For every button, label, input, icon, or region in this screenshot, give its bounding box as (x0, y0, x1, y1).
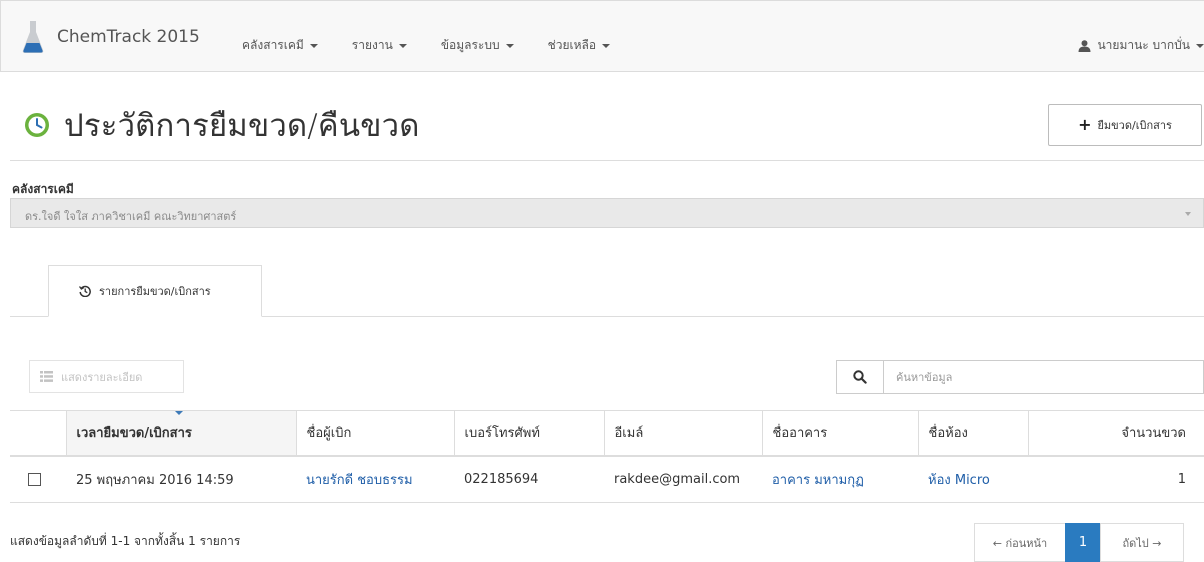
cell-room: ห้อง Micro (918, 455, 1028, 503)
warehouse-label: คลังสารเคมี (12, 182, 74, 196)
show-detail-button[interactable]: แสดงรายละเอียด (29, 360, 184, 393)
user-name: นายมานะ บากบั่น (1097, 38, 1190, 52)
column-header-label: ชื่อห้อง (928, 426, 968, 442)
brand[interactable]: ChemTrack 2015 (21, 17, 200, 57)
header-divider (10, 160, 1204, 161)
column-header-label: เวลายืมขวด/เบิกสาร (76, 426, 192, 442)
building-link[interactable]: อาคาร มหามกุฏ (772, 473, 864, 488)
borrow-table: เวลายืมขวด/เบิกสาร ชื่อผู้เบิก เบอร์โทรศ… (10, 410, 1204, 503)
clock-icon (25, 113, 49, 137)
sort-indicator-icon (174, 411, 183, 415)
nav-item-system[interactable]: ข้อมูลระบบ (441, 36, 514, 55)
column-header-label: จำนวนขวด (1121, 426, 1186, 442)
user-icon (1078, 39, 1091, 52)
borrow-button-label: ยืมขวด/เบิกสาร (1097, 119, 1172, 132)
navbar: ChemTrack 2015 คลังสารเคมี รายงาน ข้อมูล… (0, 0, 1204, 72)
caret-down-icon (398, 43, 407, 48)
search-icon (853, 370, 867, 384)
prev-page-button[interactable]: ← ก่อนหน้า (974, 523, 1066, 562)
tab-label: รายการยืมขวด/เบิกสาร (99, 285, 211, 298)
room-link[interactable]: ห้อง Micro (928, 473, 990, 488)
borrow-button[interactable]: + ยืมขวด/เบิกสาร (1048, 104, 1202, 146)
nav-item-report[interactable]: รายงาน (352, 36, 407, 55)
nav-menu: คลังสารเคมี รายงาน ข้อมูลระบบ ช่วยเหลือ (242, 36, 644, 55)
search-input[interactable] (884, 361, 1203, 393)
cell-borrower: นายรักดี ชอบธรรม (296, 455, 454, 503)
borrower-link[interactable]: นายรักดี ชอบธรรม (306, 473, 413, 488)
select-column-header (10, 410, 67, 457)
caret-down-icon (1185, 212, 1191, 216)
cell-count: 1 (1028, 455, 1204, 503)
warehouse-select-value: ดร.ใจดี ใจใส ภาควิชาเคมี คณะวิทยาศาสตร์ (25, 210, 237, 223)
nav-item-label: ข้อมูลระบบ (440, 38, 500, 52)
history-icon (79, 285, 91, 297)
search-group (836, 360, 1204, 394)
row-checkbox[interactable] (28, 472, 41, 486)
tab-borrow-list[interactable]: รายการยืมขวด/เบิกสาร (48, 265, 262, 317)
pagination: ← ก่อนหน้า 1 ถัดไป → (974, 523, 1184, 562)
nav-item-label: คลังสารเคมี (242, 38, 304, 52)
page-title: ประวัติการยืมขวด/คืนขวด (24, 100, 420, 150)
flask-icon (22, 21, 44, 53)
column-header-label: ชื่ออาคาร (772, 426, 828, 442)
cell-building: อาคาร มหามกุฏ (762, 455, 918, 503)
cell-email: rakdee@gmail.com (604, 455, 762, 503)
next-page-button[interactable]: ถัดไป → (1100, 523, 1184, 562)
row-select-cell (10, 455, 66, 503)
search-button[interactable] (837, 361, 884, 393)
caret-down-icon (505, 43, 514, 48)
nav-item-label: รายงาน (351, 38, 393, 52)
column-header-phone[interactable]: เบอร์โทรศัพท์ (454, 410, 605, 457)
column-header-room[interactable]: ชื่อห้อง (918, 410, 1029, 457)
column-header-count[interactable]: จำนวนขวด (1028, 410, 1204, 457)
table-row[interactable]: 25 พฤษภาคม 2016 14:59 นายรักดี ชอบธรรม 0… (10, 455, 1204, 503)
column-header-time[interactable]: เวลายืมขวด/เบิกสาร (66, 410, 297, 457)
brand-text: ChemTrack 2015 (57, 27, 200, 47)
caret-down-icon (1196, 43, 1204, 48)
column-header-label: ชื่อผู้เบิก (306, 426, 352, 442)
column-header-label: เบอร์โทรศัพท์ (464, 426, 540, 442)
plus-icon: + (1078, 115, 1092, 134)
column-header-label: อีเมล์ (614, 426, 644, 442)
table-header-row: เวลายืมขวด/เบิกสาร ชื่อผู้เบิก เบอร์โทรศ… (10, 410, 1204, 457)
column-header-borrower[interactable]: ชื่อผู้เบิก (296, 410, 455, 457)
nav-item-warehouse[interactable]: คลังสารเคมี (242, 36, 318, 55)
caret-down-icon (309, 43, 318, 48)
column-header-building[interactable]: ชื่ออาคาร (762, 410, 919, 457)
caret-down-icon (602, 43, 611, 48)
user-menu[interactable]: นายมานะ บากบั่น (1078, 36, 1204, 55)
cell-phone: 022185694 (454, 455, 604, 503)
show-detail-label: แสดงรายละเอียด (61, 370, 143, 384)
nav-item-label: ช่วยเหลือ (547, 38, 597, 52)
pagination-info: แสดงข้อมูลลำดับที่ 1-1 จากทั้งสิ้น 1 ราย… (10, 534, 241, 548)
list-icon (40, 371, 53, 382)
nav-item-help[interactable]: ช่วยเหลือ (548, 36, 611, 55)
page-number-button[interactable]: 1 (1065, 523, 1101, 562)
cell-time: 25 พฤษภาคม 2016 14:59 (66, 455, 296, 503)
column-header-email[interactable]: อีเมล์ (604, 410, 763, 457)
page-title-text: ประวัติการยืมขวด/คืนขวด (64, 108, 420, 144)
warehouse-select[interactable]: ดร.ใจดี ใจใส ภาควิชาเคมี คณะวิทยาศาสตร์ (10, 198, 1204, 228)
